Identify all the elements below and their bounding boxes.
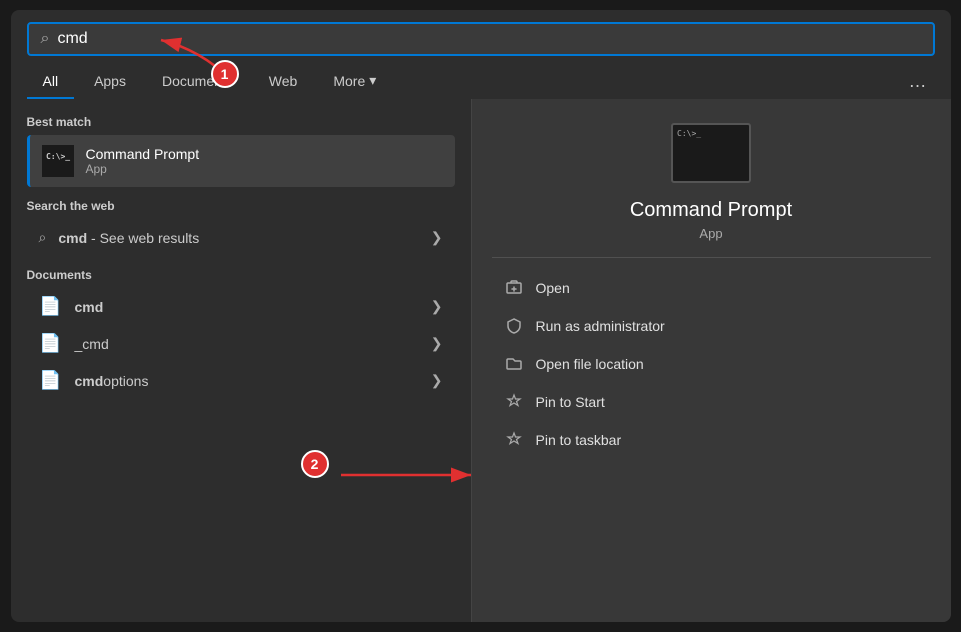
- web-search-section: Search the web ⌕ cmd - See web results ❯: [27, 199, 455, 256]
- action-pin-taskbar[interactable]: Pin to taskbar: [492, 422, 931, 458]
- web-chevron-icon: ❯: [431, 229, 443, 246]
- annotation-1: 1: [211, 60, 239, 88]
- command-prompt-result[interactable]: C:\>_ Command Prompt App: [27, 135, 455, 187]
- svg-text:C:\>_: C:\>_: [46, 152, 70, 161]
- doc-item-cmdoptions[interactable]: 📄 cmdoptions ❯: [27, 362, 455, 399]
- doc-item-cmd[interactable]: 📄 cmd ❯: [27, 288, 455, 325]
- right-panel: C:\>_ Command Prompt App Open: [471, 99, 951, 622]
- action-open[interactable]: Open: [492, 270, 931, 306]
- document-icon-2: 📄: [39, 333, 63, 354]
- document-icon: 📄: [39, 296, 63, 317]
- pin-start-icon: [504, 392, 524, 412]
- action-open-label: Open: [536, 280, 570, 296]
- open-icon: [504, 278, 524, 298]
- tab-web[interactable]: Web: [253, 65, 314, 99]
- action-pin-start-label: Pin to Start: [536, 394, 605, 410]
- app-name: Command Prompt: [630, 199, 792, 222]
- tab-all[interactable]: All: [27, 65, 75, 99]
- annotation-2: 2: [301, 450, 329, 478]
- doc-chevron-icon: ❯: [431, 298, 443, 315]
- pin-taskbar-icon: [504, 430, 524, 450]
- left-panel: Best match C:\>_ Command Prompt App: [11, 99, 471, 622]
- web-search-item[interactable]: ⌕ cmd - See web results ❯: [27, 219, 455, 256]
- app-type: App: [699, 226, 722, 241]
- search-bar[interactable]: ⌕: [27, 22, 935, 56]
- action-run-admin[interactable]: Run as administrator: [492, 308, 931, 344]
- documents-section: Documents 📄 cmd ❯ 📄 _cmd ❯ 📄 cmdoptions …: [27, 268, 455, 399]
- command-prompt-subtitle: App: [86, 162, 200, 176]
- tab-more[interactable]: More ▾: [317, 64, 392, 99]
- doc-chevron-icon-2: ❯: [431, 335, 443, 352]
- action-file-location[interactable]: Open file location: [492, 346, 931, 382]
- doc-chevron-icon-3: ❯: [431, 372, 443, 389]
- best-match-section: Best match C:\>_ Command Prompt App: [27, 115, 455, 187]
- web-search-query: cmd - See web results: [58, 230, 199, 246]
- search-input[interactable]: [57, 30, 920, 48]
- tabs-bar: All Apps Documents Web More ▾ …: [11, 56, 951, 99]
- document-icon-3: 📄: [39, 370, 63, 391]
- doc-name-undercmd: _cmd: [75, 336, 419, 352]
- doc-name-cmdoptions: cmdoptions: [75, 373, 419, 389]
- doc-item-undercmd[interactable]: 📄 _cmd ❯: [27, 325, 455, 362]
- divider: [492, 257, 931, 258]
- shield-icon: [504, 316, 524, 336]
- tab-apps[interactable]: Apps: [78, 65, 142, 99]
- command-prompt-icon: C:\>_: [42, 145, 74, 177]
- doc-name-cmd: cmd: [75, 299, 419, 315]
- web-search-icon: ⌕: [39, 229, 47, 246]
- tabs-ellipsis-button[interactable]: …: [901, 67, 935, 96]
- search-icon: ⌕: [41, 30, 50, 48]
- command-prompt-text: Command Prompt App: [86, 146, 200, 176]
- documents-label: Documents: [27, 268, 455, 282]
- app-preview-icon: C:\>_: [671, 123, 751, 183]
- best-match-label: Best match: [27, 115, 455, 129]
- web-search-label: Search the web: [27, 199, 455, 213]
- folder-icon: [504, 354, 524, 374]
- action-file-location-label: Open file location: [536, 356, 644, 372]
- action-run-admin-label: Run as administrator: [536, 318, 665, 334]
- action-list: Open Run as administrator: [492, 270, 931, 458]
- main-content: Best match C:\>_ Command Prompt App: [11, 99, 951, 622]
- action-pin-start[interactable]: Pin to Start: [492, 384, 931, 420]
- action-pin-taskbar-label: Pin to taskbar: [536, 432, 622, 448]
- command-prompt-title: Command Prompt: [86, 146, 200, 162]
